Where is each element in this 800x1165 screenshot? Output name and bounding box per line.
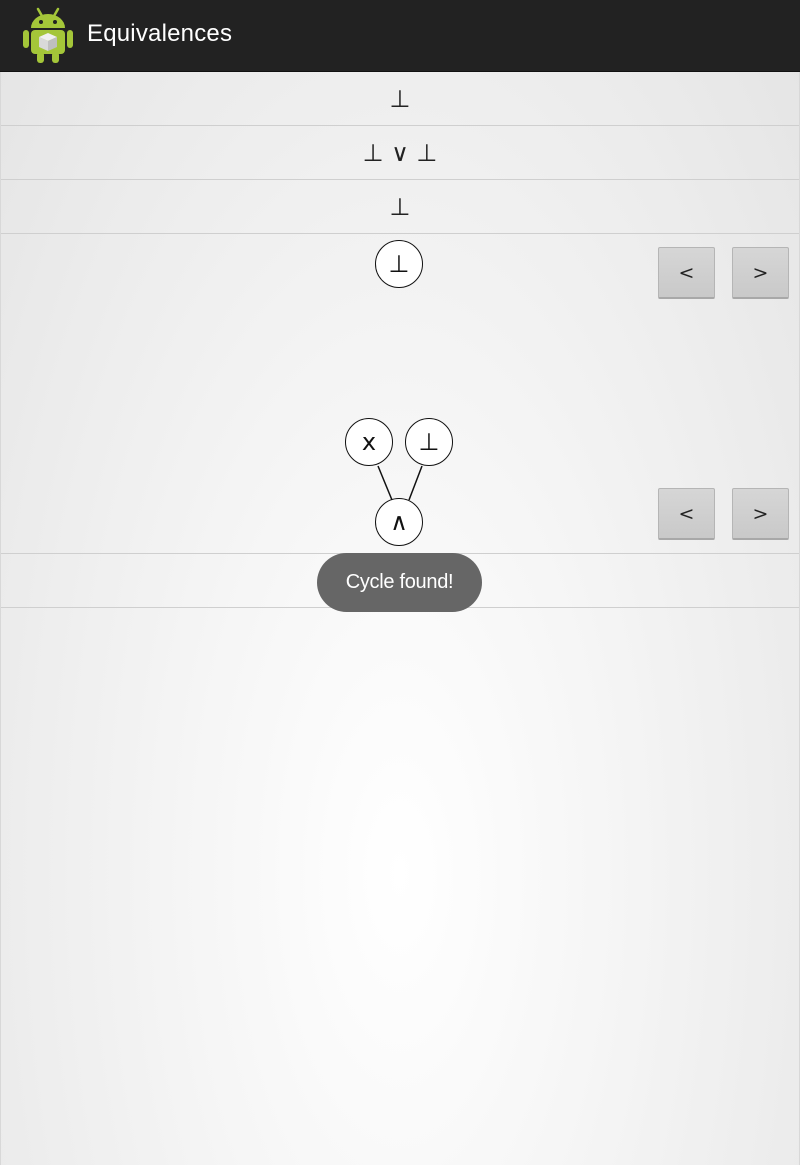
toast-message: Cycle found! <box>317 553 482 612</box>
tree-panel-1: ⊥ < > x ⊥ ∧ < > <box>1 234 799 554</box>
formula-row-3[interactable]: ⊥ <box>1 180 799 234</box>
android-robot-icon[interactable] <box>22 6 74 64</box>
app-title: Equivalences <box>87 20 233 47</box>
tree-edge-left <box>377 465 393 501</box>
formula-text: ⊥ <box>389 85 411 113</box>
prev-button[interactable]: < <box>658 488 715 540</box>
tree-edge-right <box>408 465 423 501</box>
tree-node-root[interactable]: ⊥ <box>375 240 423 288</box>
formula-row-1[interactable]: ⊥ <box>1 72 799 126</box>
formula-row-2[interactable]: ⊥ ∨ ⊥ <box>1 126 799 180</box>
tree-node-left-child[interactable]: x <box>345 418 393 466</box>
prev-button[interactable]: < <box>658 247 715 299</box>
next-button[interactable]: > <box>732 488 789 540</box>
tree-node-root[interactable]: ∧ <box>375 498 423 546</box>
formula-text: ⊥ <box>389 193 411 221</box>
action-bar: Equivalences <box>0 0 800 72</box>
tree-node-right-child[interactable]: ⊥ <box>405 418 453 466</box>
next-button[interactable]: > <box>732 247 789 299</box>
formula-text: ⊥ ∨ ⊥ <box>362 139 438 167</box>
